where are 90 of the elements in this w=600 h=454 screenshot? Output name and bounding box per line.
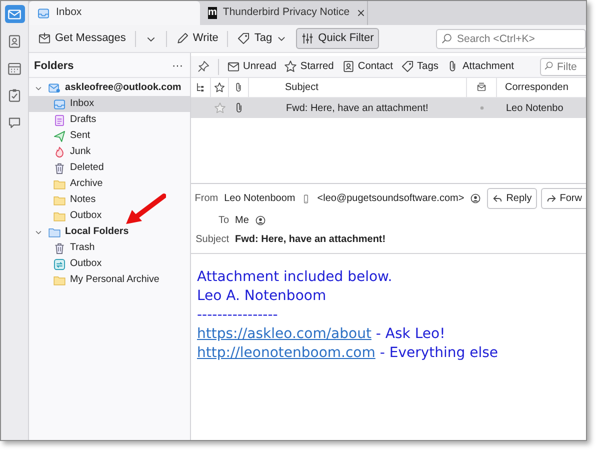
document-icon: [53, 114, 66, 126]
pin-button[interactable]: [197, 60, 210, 73]
close-icon[interactable]: [356, 8, 366, 18]
starred-filter-button[interactable]: Starred: [284, 58, 334, 74]
tab[interactable]: Inbox: [29, 1, 200, 25]
reply-button[interactable]: Reply: [487, 188, 537, 209]
folder-item[interactable]: Inbox: [29, 96, 190, 112]
tags-filter-button[interactable]: Tags: [400, 58, 438, 74]
message-row[interactable]: Fwd: Here, have an attachment! Leo Notenbo: [191, 98, 586, 118]
link[interactable]: https://askleo.com/about: [197, 326, 372, 342]
link[interactable]: http://leonotenboom.com: [197, 345, 376, 361]
paper-plane-icon: [53, 130, 66, 142]
calendar-icon: [7, 60, 22, 76]
sliders-icon: [301, 32, 314, 45]
mail-icon: [48, 82, 61, 94]
folder-icon: [53, 210, 66, 222]
site-logo: m: [208, 7, 217, 19]
trash-icon: [53, 162, 66, 174]
folder-item[interactable]: Drafts: [29, 112, 190, 128]
body-text: - Ask Leo!: [376, 326, 446, 342]
folder-icon: [48, 226, 61, 238]
inbox-icon: [37, 6, 50, 20]
folder-item[interactable]: Outbox: [29, 208, 190, 224]
tag-icon: [400, 60, 414, 73]
contact-icon: [254, 215, 266, 226]
get-button[interactable]: Get Messages: [33, 28, 131, 49]
envelope-icon: [38, 32, 51, 45]
folder-item[interactable]: Notes: [29, 192, 190, 208]
folder-icon: [53, 194, 66, 206]
account-item[interactable]: Local Folders: [29, 224, 190, 240]
contact-filter-button[interactable]: Contact: [342, 58, 393, 74]
tag-button[interactable]: Tag: [232, 28, 292, 49]
folder-item[interactable]: Archive: [29, 176, 190, 192]
field-label: From: [194, 192, 218, 206]
write-button[interactable]: Write: [170, 28, 224, 49]
folder-icon: [53, 178, 66, 190]
clipboard-check-icon: [7, 88, 22, 102]
space-button[interactable]: [4, 5, 24, 23]
unread-filter-button[interactable]: Unread: [227, 58, 276, 74]
recipient-name: Me: [235, 214, 249, 228]
account-item[interactable]: askleofree@outlook.com: [29, 80, 190, 96]
inbox-icon: [53, 98, 66, 110]
forward-button[interactable]: Forw: [540, 188, 586, 209]
body-text: - Everything else: [380, 345, 498, 361]
folder-item[interactable]: Sent: [29, 128, 190, 144]
envelope-icon: [227, 60, 240, 73]
subject-text: Fwd: Here, have an attachment!: [235, 233, 386, 247]
attachment-filter-button[interactable]: Attachment: [446, 58, 514, 74]
folder-item[interactable]: Junk: [29, 144, 190, 160]
trash-icon: [53, 242, 66, 254]
correspondent-cell-text: Leo Notenbo: [505, 102, 564, 116]
thread-icon: [195, 82, 206, 93]
folder-item[interactable]: Trash: [29, 240, 190, 256]
pencil-icon: [176, 32, 189, 45]
more-button[interactable]: ···: [171, 57, 184, 76]
body-text: Attachment included below.: [197, 268, 394, 287]
search-icon: [441, 32, 453, 44]
reply-icon: [492, 193, 504, 204]
column-header[interactable]: Subject: [249, 78, 467, 97]
contact-icon: [470, 193, 482, 204]
column-header[interactable]: Corresponden: [497, 78, 586, 97]
address-card-icon: [342, 60, 355, 73]
field-label: To: [217, 214, 229, 228]
outbox-icon: [53, 258, 66, 270]
star-icon[interactable]: [214, 102, 226, 114]
folder-item[interactable]: My Personal Archive: [29, 272, 190, 288]
envelope-icon: [476, 82, 487, 93]
sender-address: <leo@pugetsoundsoftware.com>: [317, 192, 464, 206]
forward-icon: [546, 193, 557, 204]
folder-item[interactable]: Outbox: [29, 256, 190, 272]
search-field[interactable]: Search <Ctrl+K>: [436, 28, 586, 48]
body-text: ----------------: [197, 306, 279, 325]
tab-label: Inbox: [56, 5, 82, 20]
address-book-icon: [7, 34, 22, 48]
flame-icon: [53, 146, 66, 158]
folder-icon: [53, 274, 66, 286]
body-text: Leo A. Notenboom: [197, 287, 328, 306]
sender-name: Leo Notenboom: [224, 192, 296, 206]
filter-button[interactable]: Quick Filter: [296, 28, 379, 49]
pane-title: Folders: [34, 59, 74, 74]
pin-icon: [197, 60, 210, 73]
search-icon: [544, 60, 554, 70]
folder-item[interactable]: Deleted: [29, 160, 190, 176]
star-icon: [284, 60, 298, 73]
subject-cell-text: Fwd: Here, have an attachment!: [285, 102, 430, 116]
filter-field[interactable]: Filte: [540, 58, 586, 76]
tab-label: Thunderbird Privacy Notice: [222, 5, 350, 20]
tag-icon: [237, 32, 250, 45]
field-label: Subject: [194, 233, 229, 247]
star-icon: [214, 82, 225, 93]
